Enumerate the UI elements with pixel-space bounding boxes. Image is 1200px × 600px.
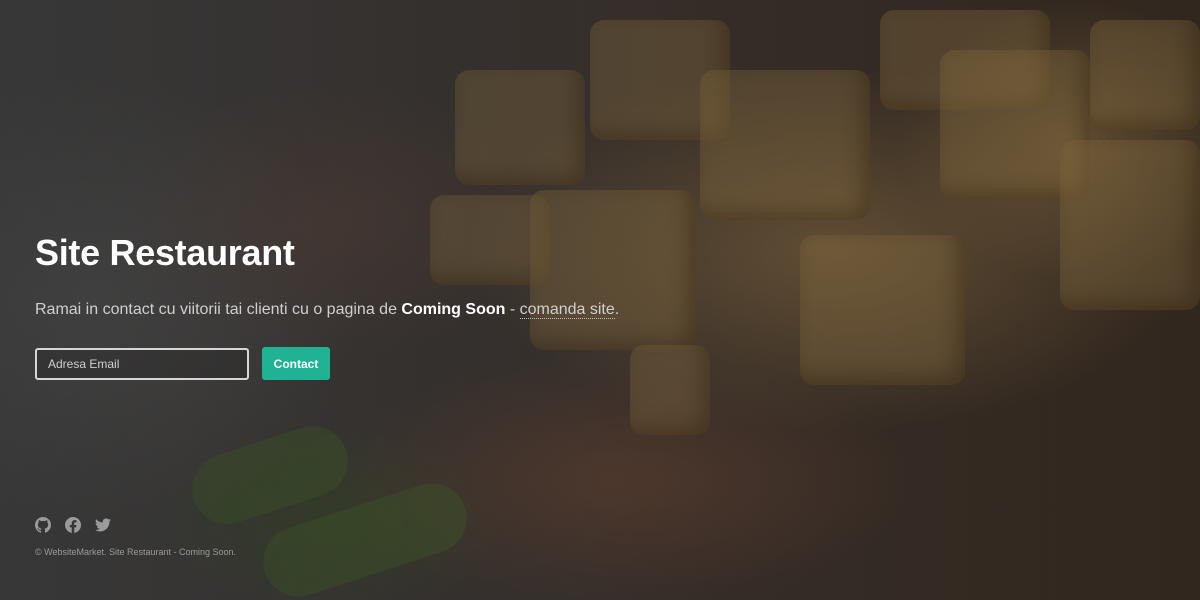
copyright-text: © WebsiteMarket. Site Restaurant - Comin…	[35, 547, 237, 557]
social-links	[35, 516, 236, 534]
tagline-highlight: Coming Soon	[401, 301, 506, 318]
facebook-icon[interactable]	[65, 517, 81, 533]
subscribe-form: Contact	[35, 347, 735, 380]
tagline: Ramai in contact cu viitorii tai clienti…	[35, 298, 735, 322]
github-icon[interactable]	[35, 517, 51, 533]
hero-section: Site Restaurant Ramai in contact cu viit…	[35, 228, 735, 380]
footer: © WebsiteMarket. Site Restaurant - Comin…	[35, 516, 236, 558]
tagline-text: Ramai in contact cu viitorii tai clienti…	[35, 301, 402, 318]
contact-button[interactable]: Contact	[262, 347, 330, 380]
order-site-link[interactable]: comanda site	[519, 301, 615, 319]
email-input[interactable]	[35, 347, 249, 380]
tagline-period: .	[614, 301, 620, 318]
page-title: Site Restaurant	[35, 232, 295, 273]
twitter-icon[interactable]	[95, 517, 111, 533]
tagline-separator: -	[505, 301, 520, 318]
